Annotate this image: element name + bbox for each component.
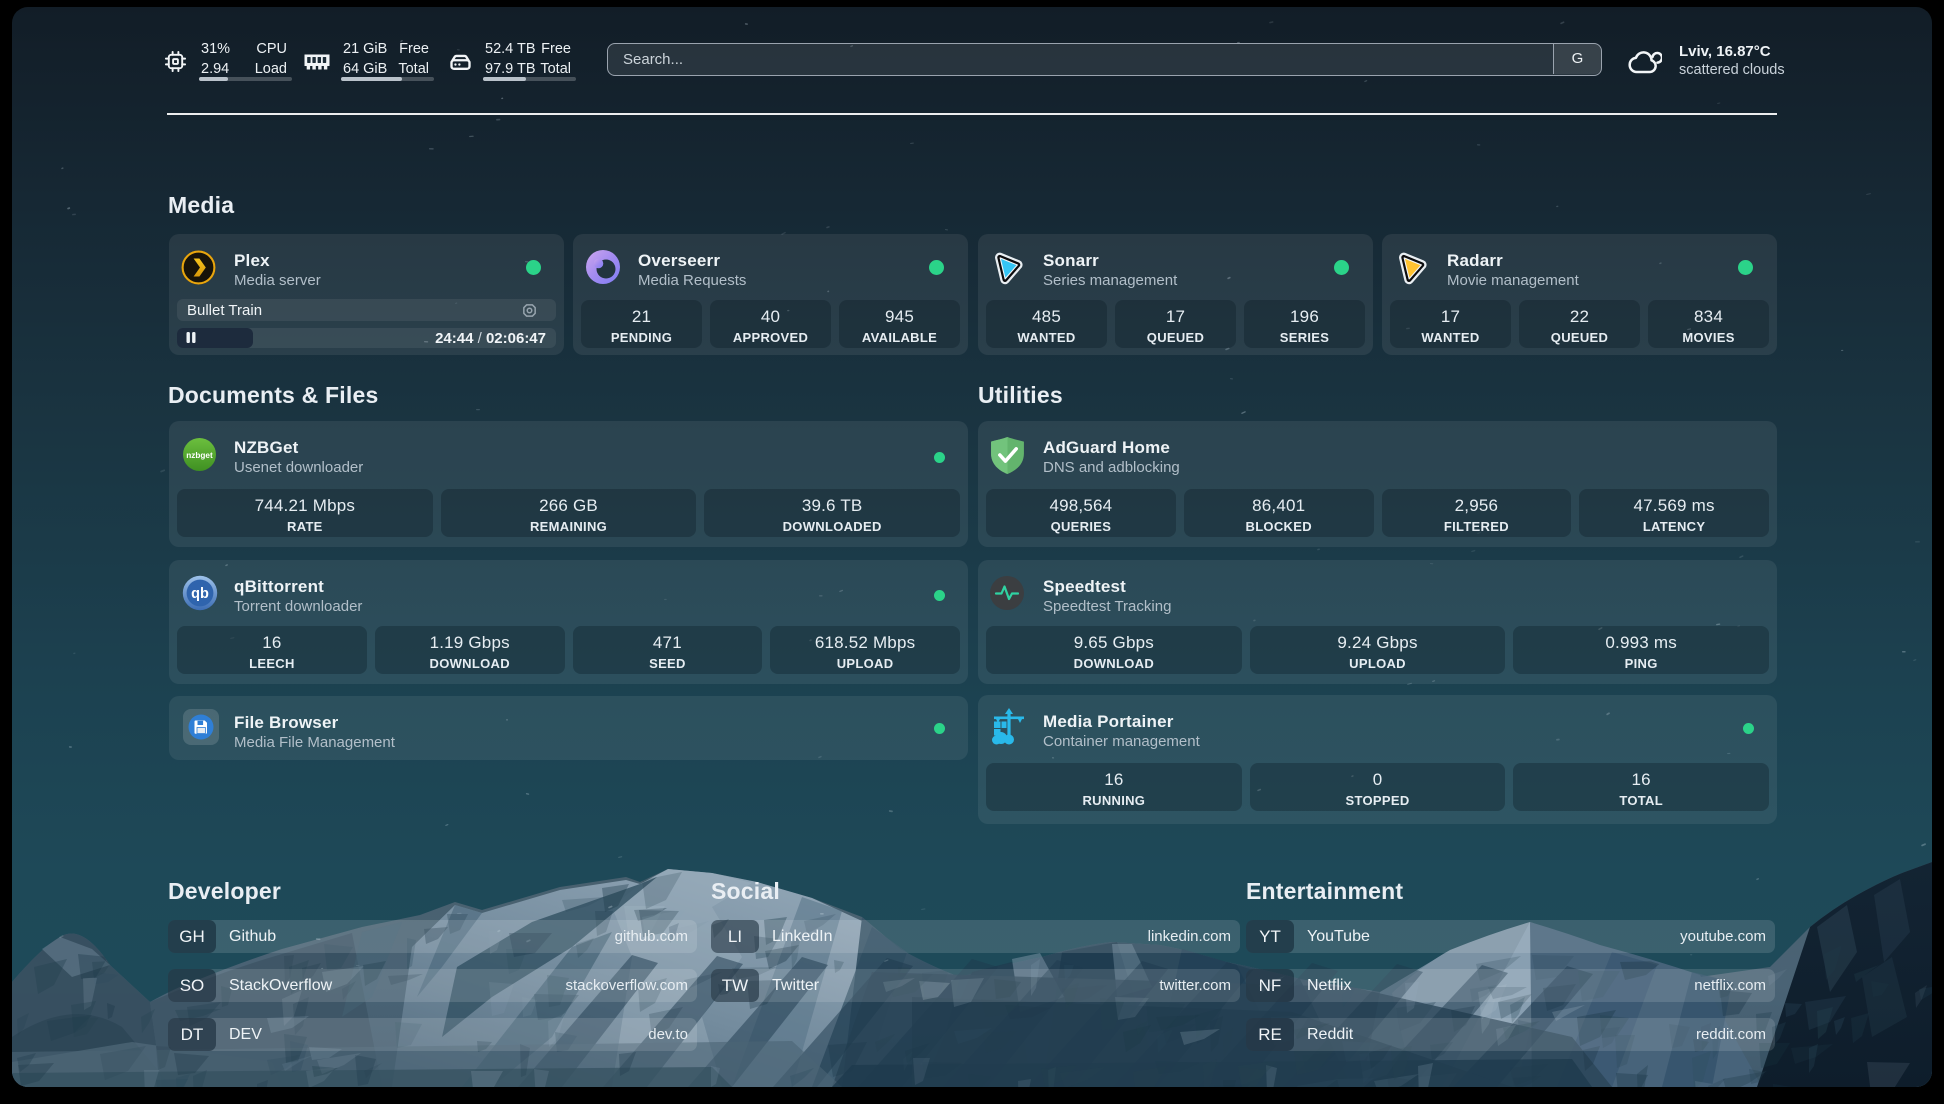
svg-text:qb: qb: [191, 586, 209, 602]
svg-text:nzbget: nzbget: [186, 451, 213, 460]
